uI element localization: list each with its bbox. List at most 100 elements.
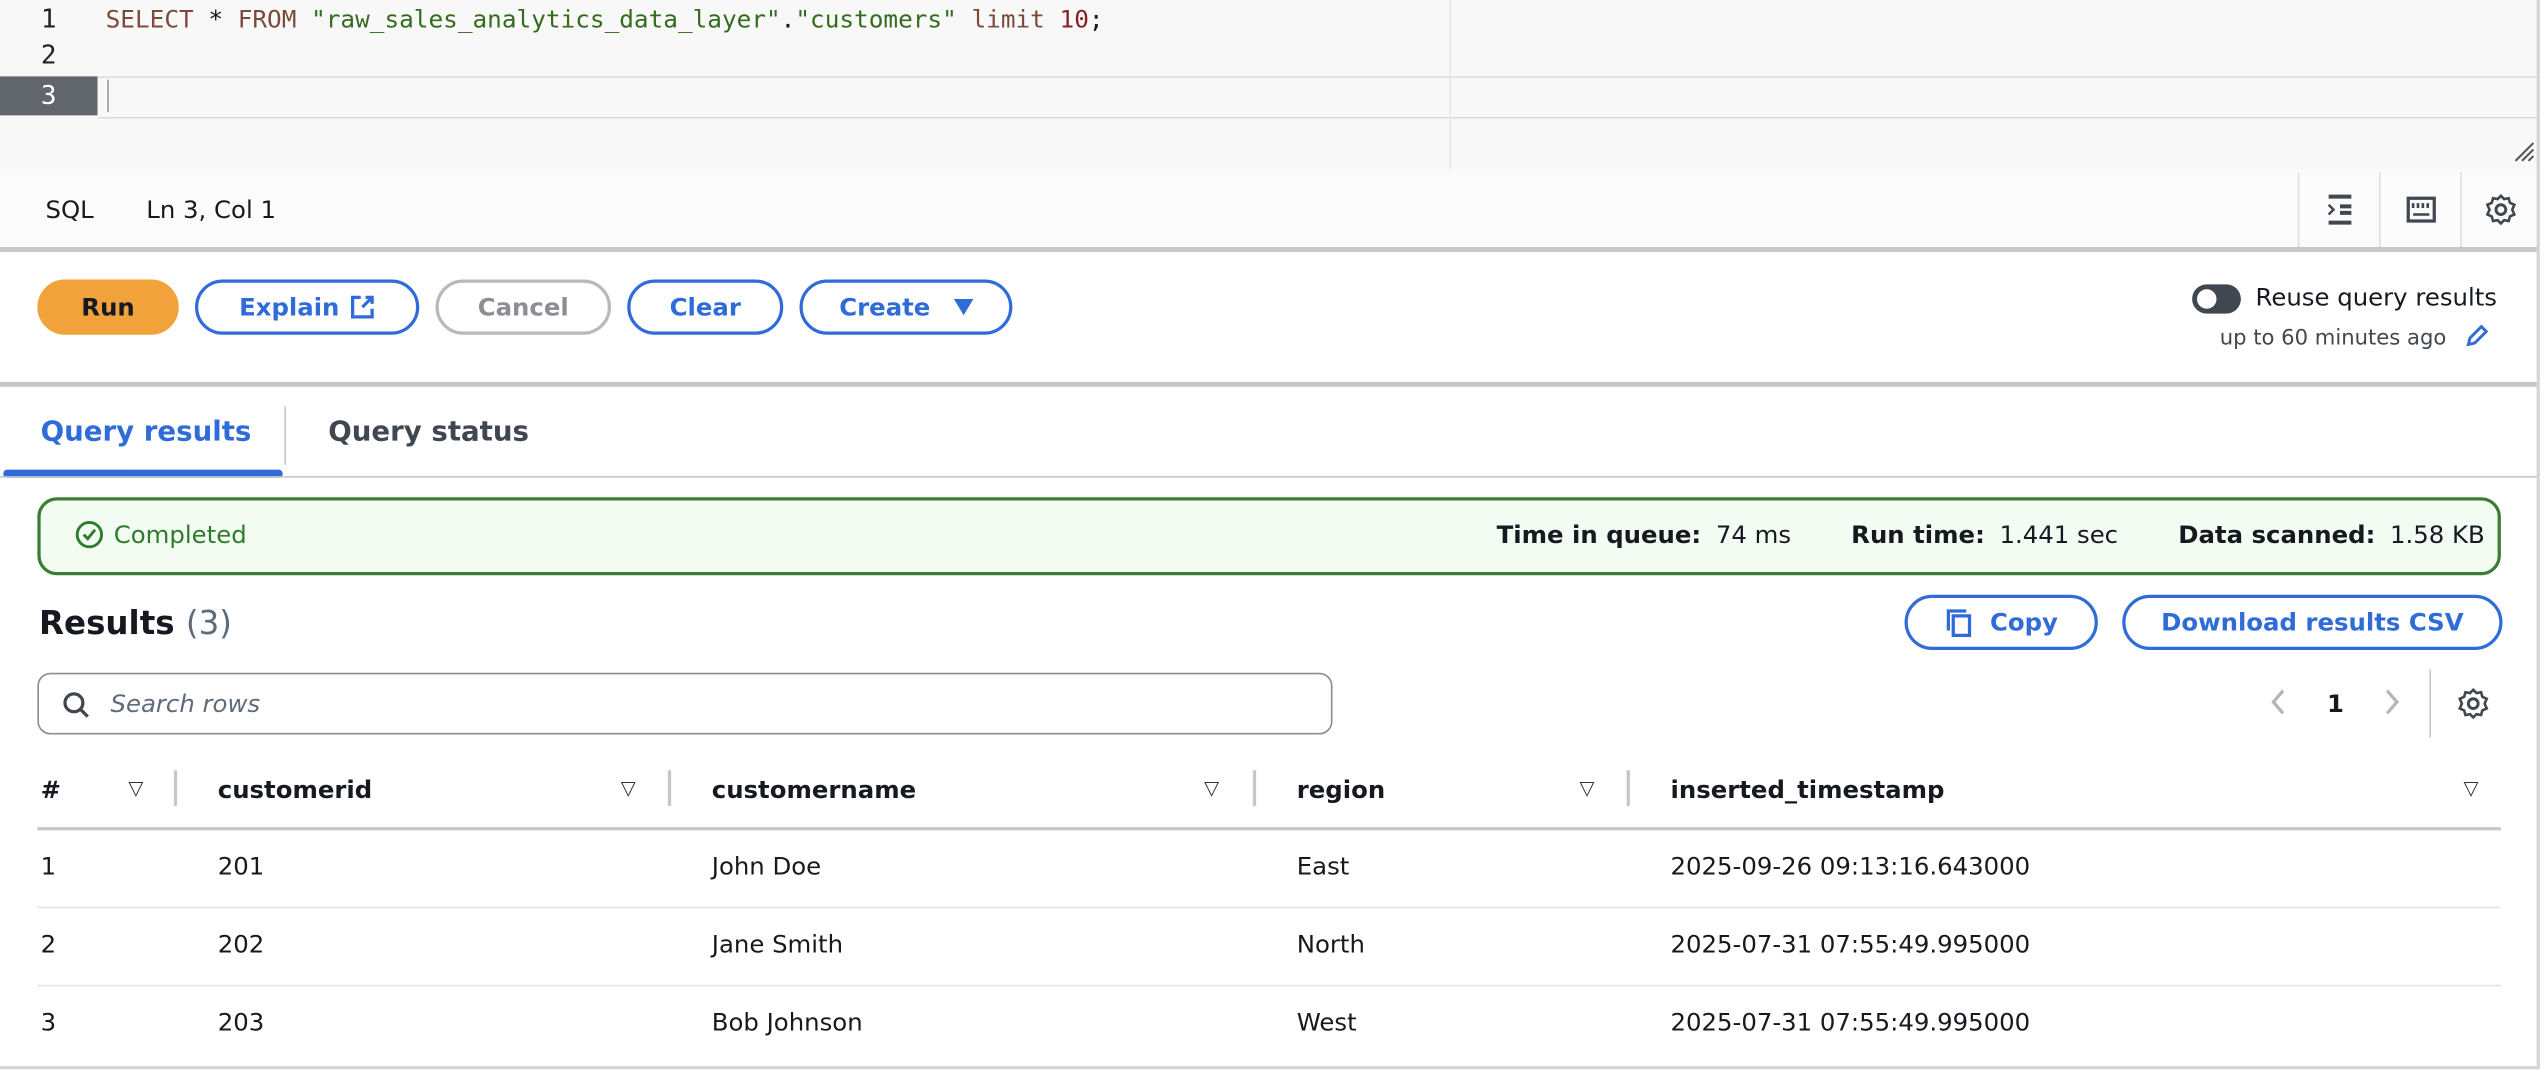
- column-resizer[interactable]: [667, 770, 672, 806]
- cell-customername: John Doe: [711, 851, 822, 881]
- reuse-query-results-toggle[interactable]: [2192, 284, 2241, 314]
- keyboard-shortcuts-button[interactable]: [2379, 172, 2462, 247]
- reuse-sublabel: up to 60 minutes ago: [2219, 326, 2447, 351]
- create-label: Create: [839, 292, 931, 322]
- explain-button[interactable]: Explain: [195, 279, 420, 335]
- copy-icon: [1946, 609, 1971, 637]
- search-icon: [63, 692, 89, 718]
- line-number: 2: [40, 39, 57, 70]
- sql-code-line[interactable]: SELECT * FROM "raw_sales_analytics_data_…: [106, 0, 1104, 39]
- code-semicolon: ;: [1088, 4, 1104, 35]
- row-divider: [37, 984, 2501, 987]
- results-title: Results: [39, 602, 175, 642]
- column-resizer[interactable]: [1252, 770, 1257, 806]
- print-margin: [1449, 0, 1452, 169]
- column-header-customername[interactable]: customername: [712, 775, 916, 804]
- language-label: SQL: [45, 195, 94, 225]
- search-rows-input[interactable]: Search rows: [37, 672, 1333, 735]
- search-placeholder: Search rows: [110, 689, 261, 719]
- tab-query-results[interactable]: Query results: [41, 416, 252, 449]
- cell-inserted-timestamp: 2025-07-31 07:55:49.995000: [1670, 929, 2031, 959]
- editor-gutter: 1 2 3: [0, 0, 98, 169]
- sort-icon[interactable]: ▽: [2464, 777, 2479, 800]
- divider: [0, 381, 2539, 387]
- cell-region: West: [1296, 1007, 1357, 1037]
- column-resizer[interactable]: [173, 770, 178, 806]
- column-header-index[interactable]: #: [41, 775, 61, 804]
- code-star: *: [193, 4, 238, 35]
- tab-query-status[interactable]: Query status: [328, 416, 529, 449]
- resize-handle-icon[interactable]: [2512, 140, 2535, 169]
- gear-icon: [2458, 687, 2489, 720]
- line-number-active: 3: [0, 76, 98, 116]
- results-count: (3): [185, 602, 232, 642]
- caret-down-icon: [953, 299, 973, 316]
- cancel-button[interactable]: Cancel: [435, 279, 611, 335]
- pagination-divider: [2429, 669, 2431, 738]
- previous-page-button[interactable]: [2269, 686, 2289, 725]
- cell-customerid: 201: [217, 851, 265, 881]
- success-check-icon: [75, 520, 104, 556]
- time-in-queue-value: 74 ms: [1715, 520, 1792, 550]
- column-header-inserted-timestamp[interactable]: inserted_timestamp: [1671, 775, 1945, 804]
- reuse-label: Reuse query results: [2255, 282, 2498, 312]
- run-time-value: 1.441 sec: [1999, 520, 2119, 550]
- keyboard-icon: [2406, 196, 2436, 223]
- line-number: 1: [40, 3, 57, 35]
- indent-icon: [2327, 194, 2352, 225]
- code-keyword: FROM: [237, 4, 297, 35]
- header-divider: [37, 827, 2501, 831]
- cell-region: East: [1296, 851, 1350, 881]
- edit-reuse-button[interactable]: [2464, 323, 2490, 356]
- status-state: Completed: [113, 520, 247, 550]
- code-dot: .: [780, 4, 796, 35]
- clear-button[interactable]: Clear: [627, 279, 784, 335]
- copy-button[interactable]: Copy: [1904, 594, 2098, 650]
- cell-inserted-timestamp: 2025-07-31 07:55:49.995000: [1670, 1007, 2031, 1037]
- create-button[interactable]: Create: [799, 279, 1013, 335]
- code-keyword: SELECT: [105, 4, 194, 35]
- column-header-customerid[interactable]: customerid: [218, 775, 372, 804]
- next-page-button[interactable]: [2382, 686, 2402, 725]
- download-csv-button[interactable]: Download results CSV: [2122, 594, 2503, 650]
- sort-icon[interactable]: ▽: [128, 777, 143, 800]
- panel-border-bottom: [0, 1066, 2540, 1070]
- code-number: 10: [1059, 4, 1089, 35]
- results-heading: Results (3): [39, 603, 232, 642]
- editor-status-bar: [0, 169, 2539, 252]
- code-keyword: limit: [971, 4, 1045, 35]
- data-scanned-value: 1.58 KB: [2389, 520, 2485, 550]
- cell-customerid: 202: [217, 929, 265, 959]
- panel-border-right: [2536, 0, 2540, 1068]
- external-link-icon: [350, 295, 374, 319]
- run-time-label: Run time:: [1851, 520, 1985, 550]
- sort-icon[interactable]: ▽: [621, 777, 636, 800]
- cell-index: 2: [40, 929, 57, 959]
- current-page[interactable]: 1: [2327, 689, 2344, 718]
- cell-region: North: [1296, 929, 1365, 959]
- chevron-left-icon: [2271, 689, 2285, 715]
- active-line-highlight: [97, 76, 2539, 119]
- tab-divider: [284, 406, 286, 465]
- editor-settings-button[interactable]: [2460, 172, 2540, 247]
- table-preferences-button[interactable]: [2457, 687, 2490, 726]
- copy-label: Copy: [1989, 607, 2058, 637]
- text-cursor: [107, 79, 109, 113]
- run-button[interactable]: Run: [37, 279, 179, 335]
- cell-inserted-timestamp: 2025-09-26 09:13:16.643000: [1670, 851, 2031, 881]
- code-string: "raw_sales_analytics_data_layer": [311, 4, 781, 35]
- column-header-region[interactable]: region: [1297, 775, 1385, 804]
- cell-customername: Bob Johnson: [711, 1007, 863, 1037]
- divider: [0, 476, 2539, 478]
- gear-icon: [2485, 193, 2517, 226]
- row-divider: [37, 906, 2501, 909]
- cell-index: 1: [40, 851, 57, 881]
- cell-customerid: 203: [217, 1007, 265, 1037]
- explain-label: Explain: [239, 292, 340, 322]
- sort-icon[interactable]: ▽: [1580, 777, 1595, 800]
- pencil-icon: [2466, 324, 2489, 347]
- sort-icon[interactable]: ▽: [1204, 777, 1219, 800]
- format-query-button[interactable]: [2297, 172, 2381, 247]
- time-in-queue-label: Time in queue:: [1496, 520, 1702, 550]
- column-resizer[interactable]: [1626, 770, 1630, 806]
